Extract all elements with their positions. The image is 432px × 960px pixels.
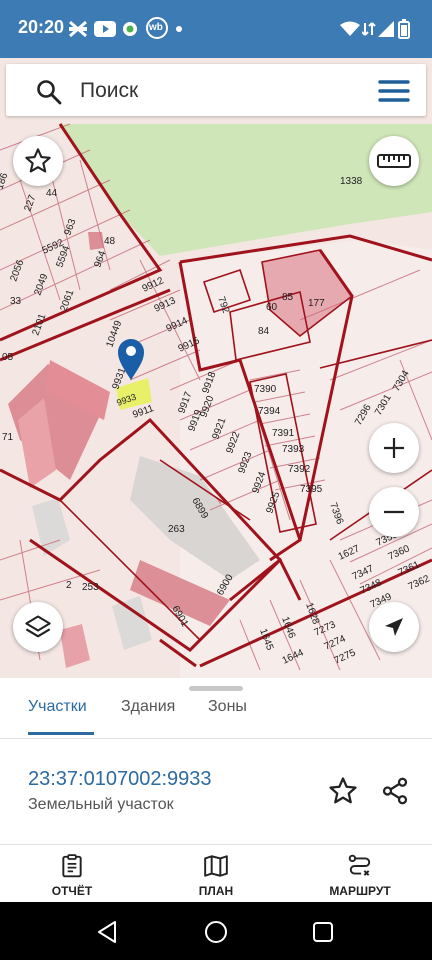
- parcel-label: 60: [266, 302, 278, 313]
- menu-icon[interactable]: [378, 78, 410, 104]
- ruler-icon: [377, 154, 411, 168]
- plus-icon: [384, 438, 404, 458]
- signal-icon: [378, 19, 394, 39]
- parcel-label: 71: [2, 432, 14, 443]
- favorite-map-button[interactable]: [13, 136, 63, 186]
- dot-icon: [176, 19, 182, 39]
- info-sheet: Участки Здания Зоны 23:37:0107002:9933 З…: [0, 678, 432, 844]
- my-location-button[interactable]: [369, 602, 419, 652]
- status-time: 20:20: [18, 17, 65, 37]
- parcel-label: 44: [46, 188, 58, 199]
- battery-icon: [398, 19, 410, 39]
- parcel-label: 7391: [272, 428, 295, 439]
- nav-plan-label: ПЛАН: [198, 884, 234, 898]
- object-type: Земельный участок: [28, 796, 174, 813]
- search-input[interactable]: Поиск: [80, 79, 138, 103]
- parcel-label: 05: [2, 352, 14, 363]
- search-bar[interactable]: Поиск: [6, 64, 426, 116]
- active-tab-indicator: [28, 732, 94, 735]
- report-icon: [62, 854, 82, 878]
- wifi-icon: [340, 19, 360, 39]
- mobile-signal-4g-icon: [362, 19, 376, 39]
- layers-icon: [25, 615, 51, 638]
- system-nav-bar: [0, 902, 432, 960]
- nav-plan[interactable]: ПЛАН: [144, 845, 288, 903]
- minus-icon: [384, 510, 404, 514]
- wb-label: wb: [149, 22, 163, 33]
- divider: [0, 738, 432, 739]
- parcel-label: 7390: [254, 384, 277, 395]
- nav-route-label: МАРШРУТ: [329, 884, 391, 898]
- star-outline-icon: [25, 148, 51, 173]
- parcel-label: 1338: [340, 176, 363, 187]
- layers-button[interactable]: [13, 602, 63, 652]
- sheet-drag-handle[interactable]: [189, 686, 243, 691]
- x-app-icon: [68, 19, 88, 39]
- map-canvas: 1338 792 85 177 84 60 7390 7394 7391 739…: [0, 58, 432, 678]
- parcel-label: 84: [258, 326, 270, 337]
- wb-icon: wb: [146, 17, 168, 39]
- back-icon[interactable]: [96, 920, 118, 944]
- parcel-label: 263: [168, 524, 185, 535]
- ruler-button[interactable]: [369, 136, 419, 186]
- parcel-label: 253: [82, 582, 99, 593]
- zoom-in-button[interactable]: [369, 423, 419, 473]
- parcel-label: 177: [308, 298, 325, 309]
- share-icon[interactable]: [380, 776, 410, 806]
- tab-zones[interactable]: Зоны: [208, 698, 247, 736]
- parcel-label: 7393: [282, 444, 305, 455]
- recents-icon[interactable]: [312, 921, 334, 943]
- parcel-label: 7392: [288, 464, 311, 475]
- nav-route[interactable]: МАРШРУТ: [288, 845, 432, 903]
- parcel-label: 7394: [258, 406, 281, 417]
- tab-parcels[interactable]: Участки: [28, 698, 87, 736]
- leaf-icon: [122, 19, 138, 39]
- tab-buildings[interactable]: Здания: [121, 698, 175, 736]
- status-bar: 20:20 wb: [0, 0, 432, 58]
- search-icon[interactable]: [36, 79, 62, 105]
- youtube-icon: [94, 19, 116, 39]
- parcel-label: 85: [282, 292, 294, 303]
- nav-report[interactable]: ОТЧЁТ: [0, 845, 144, 903]
- parcel-label: 2: [66, 580, 72, 591]
- cadastral-number[interactable]: 23:37:0107002:9933: [28, 768, 212, 791]
- parcel-label: 7395: [300, 484, 323, 495]
- cadastral-map[interactable]: 1338 792 85 177 84 60 7390 7394 7391 739…: [0, 58, 432, 678]
- star-icon[interactable]: [328, 776, 358, 806]
- navigation-arrow-icon: [385, 618, 403, 636]
- bottom-nav: ОТЧЁТ ПЛАН МАРШРУТ: [0, 844, 432, 902]
- home-icon[interactable]: [204, 920, 228, 944]
- nav-report-label: ОТЧЁТ: [51, 884, 93, 898]
- route-icon: [348, 854, 371, 876]
- map-plan-icon: [204, 855, 228, 877]
- zoom-out-button[interactable]: [369, 487, 419, 537]
- parcel-label: 33: [10, 296, 22, 307]
- parcel-label: 48: [104, 236, 116, 247]
